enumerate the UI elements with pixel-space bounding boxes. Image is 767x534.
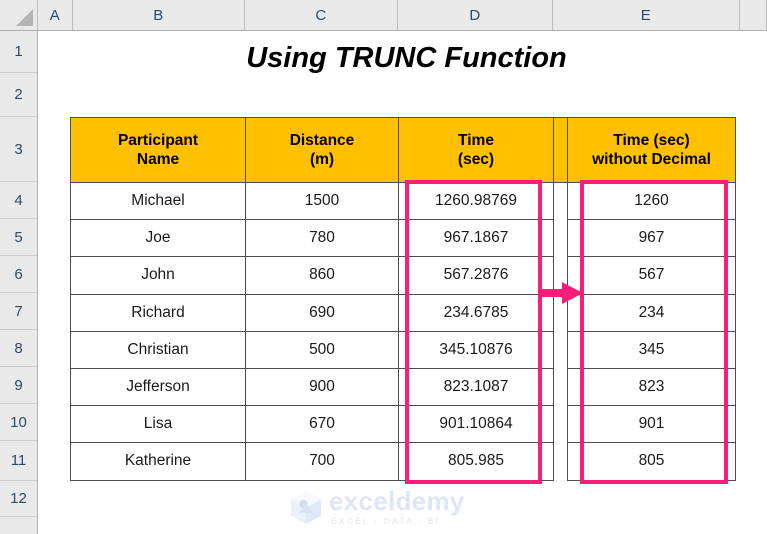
column-header-c[interactable]: C [245, 0, 398, 30]
cell-time-without-decimal[interactable]: 967 [567, 219, 736, 258]
row-header-4[interactable]: 4 [0, 182, 37, 219]
cell-spacer [553, 256, 568, 295]
select-all-triangle-icon [16, 9, 33, 26]
column-headers-bar: ABCDE [0, 0, 767, 31]
cell-participant-name[interactable]: John [70, 256, 246, 295]
cell-distance[interactable]: 670 [245, 405, 399, 444]
cell-time-without-decimal[interactable]: 345 [567, 330, 736, 369]
cell-time[interactable]: 967.1867 [398, 219, 554, 258]
column-header-b[interactable]: B [73, 0, 245, 30]
cell-time-without-decimal[interactable]: 901 [567, 405, 736, 444]
cell-participant-name[interactable]: Christian [70, 330, 246, 369]
column-header-time-without-decimal: Time (sec) without Decimal [567, 117, 736, 183]
cell-participant-name[interactable]: Joe [70, 219, 246, 258]
column-header-d[interactable]: D [398, 0, 553, 30]
cell-time-without-decimal[interactable]: 823 [567, 367, 736, 407]
cell-spacer [553, 368, 568, 406]
cell-distance[interactable]: 900 [245, 367, 399, 407]
page-title: Using TRUNC Function [246, 41, 567, 74]
table-row: John 860 567.2876 567 [70, 256, 736, 295]
row-header-10[interactable]: 10 [0, 404, 37, 441]
cell-time[interactable]: 805.985 [398, 442, 554, 481]
row-header-8[interactable]: 8 [0, 330, 37, 367]
cell-time[interactable]: 234.6785 [398, 293, 554, 332]
column-header-distance: Distance (m) [245, 117, 399, 183]
header-line-1: Distance [289, 131, 355, 149]
column-header-a[interactable]: A [38, 0, 73, 30]
table-row: Jefferson 900 823.1087 823 [70, 367, 736, 407]
row-header-2[interactable]: 2 [0, 73, 37, 117]
table-row: Christian 500 345.10876 345 [70, 330, 736, 369]
cell-spacer [553, 331, 568, 369]
cell-spacer [553, 219, 568, 257]
column-header-time: Time (sec) [398, 117, 554, 183]
cell-distance[interactable]: 1500 [245, 181, 399, 221]
row-header-12[interactable]: 12 [0, 481, 37, 517]
table-body: Michael 1500 1260.98769 1260 Joe 780 967.1867 9… [70, 181, 736, 481]
table-row: Lisa 670 901.10864 901 [70, 405, 736, 444]
cell-time-without-decimal[interactable]: 1260 [567, 181, 736, 221]
cell-time-without-decimal[interactable]: 234 [567, 293, 736, 332]
cell-spacer [553, 405, 568, 443]
cell-time[interactable]: 823.1087 [398, 367, 554, 407]
table-row: Michael 1500 1260.98769 1260 [70, 181, 736, 221]
cell-distance[interactable]: 500 [245, 330, 399, 369]
cell-spacer [553, 182, 568, 220]
row-headers-bar: 1 2 3 4 5 6 7 8 9 10 11 12 [0, 31, 38, 534]
cell-participant-name[interactable]: Jefferson [70, 367, 246, 407]
cell-participant-name[interactable]: Michael [70, 181, 246, 221]
column-header-spacer [553, 117, 568, 183]
cell-distance[interactable]: 780 [245, 219, 399, 258]
table-row: Richard 690 234.6785 234 [70, 293, 736, 332]
table-row: Joe 780 967.1867 967 [70, 219, 736, 258]
cell-time[interactable]: 567.2876 [398, 256, 554, 295]
cell-time[interactable]: 345.10876 [398, 330, 554, 369]
header-line-2: (m) [309, 151, 335, 168]
table-row: Katherine 700 805.985 805 [70, 442, 736, 481]
cell-spacer [553, 294, 568, 332]
column-header-participant-name: Participant Name [70, 117, 246, 183]
row-header-7[interactable]: 7 [0, 293, 37, 330]
column-header-overflow[interactable] [740, 0, 767, 30]
row-header-9[interactable]: 9 [0, 367, 37, 404]
cell-participant-name[interactable]: Richard [70, 293, 246, 332]
cell-distance[interactable]: 860 [245, 256, 399, 295]
table-header-row: Participant Name Distance (m) Time (sec)… [70, 117, 736, 183]
header-line-2: (sec) [457, 151, 495, 168]
row-header-6[interactable]: 6 [0, 256, 37, 293]
row-header-3[interactable]: 3 [0, 117, 37, 182]
header-line-2: without Decimal [592, 151, 711, 168]
cell-participant-name[interactable]: Lisa [70, 405, 246, 444]
row-header-11[interactable]: 11 [0, 441, 37, 481]
cell-time-without-decimal[interactable]: 567 [567, 256, 736, 295]
column-header-e[interactable]: E [553, 0, 740, 30]
header-line-2: Name [136, 151, 180, 168]
cell-time[interactable]: 901.10864 [398, 405, 554, 444]
header-line-1: Time [458, 131, 494, 149]
cell-time[interactable]: 1260.98769 [398, 181, 554, 221]
cell-distance[interactable]: 700 [245, 442, 399, 481]
header-line-1: Participant [117, 131, 199, 149]
spreadsheet-canvas: Using TRUNC Function Participant Name Di… [0, 0, 767, 534]
row-header-1[interactable]: 1 [0, 31, 37, 73]
select-all-button[interactable] [0, 0, 38, 30]
data-table: Participant Name Distance (m) Time (sec)… [70, 117, 736, 481]
cell-time-without-decimal[interactable]: 805 [567, 442, 736, 481]
row-header-5[interactable]: 5 [0, 219, 37, 256]
header-line-1: Time (sec) [613, 131, 690, 149]
cell-distance[interactable]: 690 [245, 293, 399, 332]
cell-spacer [553, 442, 568, 480]
cell-participant-name[interactable]: Katherine [70, 442, 246, 481]
